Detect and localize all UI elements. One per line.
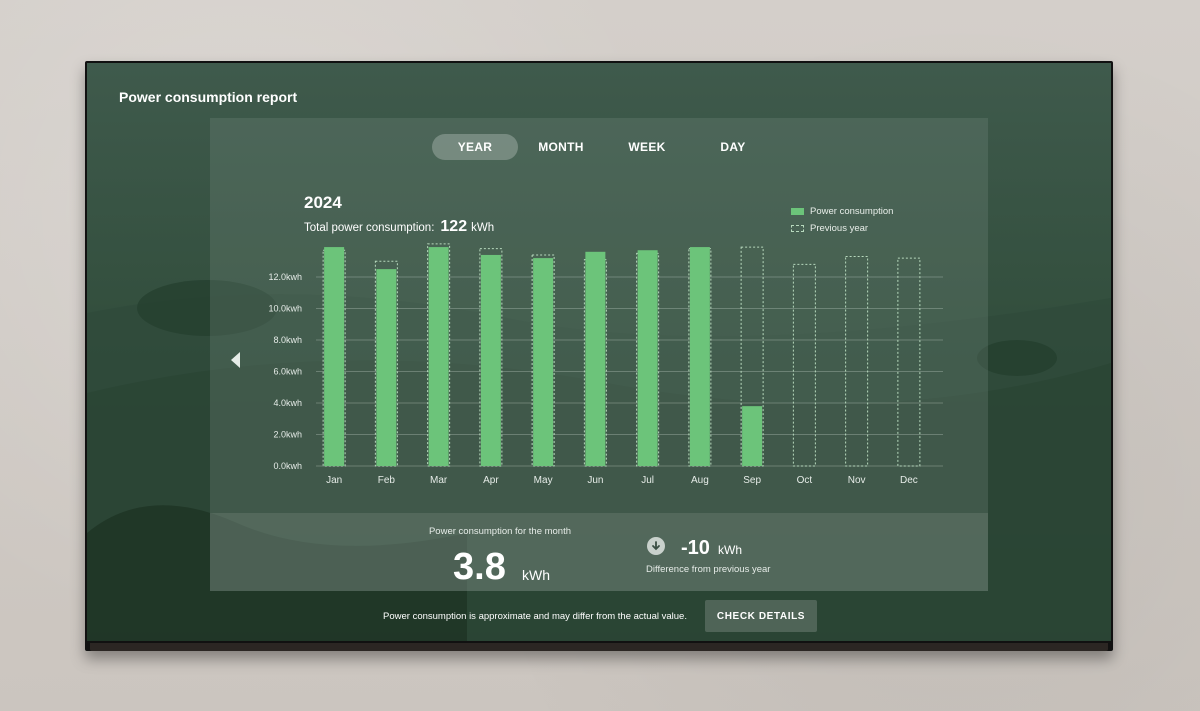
diff-unit: kWh [718, 543, 742, 557]
x-tick-label: Feb [378, 475, 396, 486]
y-tick-label: 0.0kwh [273, 461, 302, 471]
consumption-bar [637, 250, 658, 466]
screen-title: Power consumption report [119, 89, 298, 105]
tv-screen: Power consumption report YEAR MONTH WEEK… [87, 63, 1111, 641]
check-details-button[interactable]: CHECK DETAILS [705, 600, 817, 632]
month-summary-unit: kWh [522, 567, 550, 583]
arrow-down-circle-icon [647, 537, 665, 555]
diff-value: -10 [681, 537, 710, 559]
x-tick-label: Apr [483, 475, 499, 486]
y-tick-label: 8.0kwh [273, 335, 302, 345]
consumption-bar [689, 247, 710, 466]
y-tick-label: 12.0kwh [268, 272, 302, 282]
consumption-bar [376, 269, 397, 466]
footer-note: Power consumption is approximate and may… [383, 611, 687, 622]
month-summary-value: 3.8 [453, 546, 506, 588]
consumption-bar [585, 251, 606, 466]
report-panel: YEAR MONTH WEEK DAY 2024 Total power con… [210, 118, 988, 591]
y-tick-label: 2.0kwh [273, 430, 302, 440]
y-tick-label: 4.0kwh [273, 398, 302, 408]
x-tick-label: Mar [430, 475, 448, 486]
tv-stand-edge [90, 643, 1108, 651]
x-tick-label: Nov [848, 475, 866, 486]
month-summary-band [210, 513, 988, 591]
x-tick-label: Jul [641, 475, 654, 486]
y-tick-label: 6.0kwh [273, 367, 302, 377]
consumption-bar [480, 254, 501, 466]
diff-label: Difference from previous year [646, 564, 771, 575]
x-tick-label: Oct [797, 475, 813, 486]
month-summary-label: Power consumption for the month [428, 526, 572, 537]
consumption-bar [742, 406, 763, 466]
x-tick-label: Sep [743, 475, 761, 486]
x-tick-label: May [534, 475, 553, 486]
arrow-down-glyph [652, 541, 660, 551]
consumption-bar-chart: 0.0kwh 2.0kwh 4.0kwh 6.0kwh 8.0kwh 10.0kwh 12.… [268, 243, 943, 486]
consumption-bar [324, 247, 345, 466]
consumption-bar [428, 247, 449, 466]
x-tick-label: Dec [900, 475, 918, 486]
x-tick-label: Jun [587, 475, 603, 486]
y-tick-label: 10.0kwh [268, 304, 302, 314]
x-tick-label: Jan [326, 475, 342, 486]
previous-year-bar [792, 263, 816, 467]
x-tick-label: Aug [691, 475, 709, 486]
consumption-bar [533, 258, 554, 466]
